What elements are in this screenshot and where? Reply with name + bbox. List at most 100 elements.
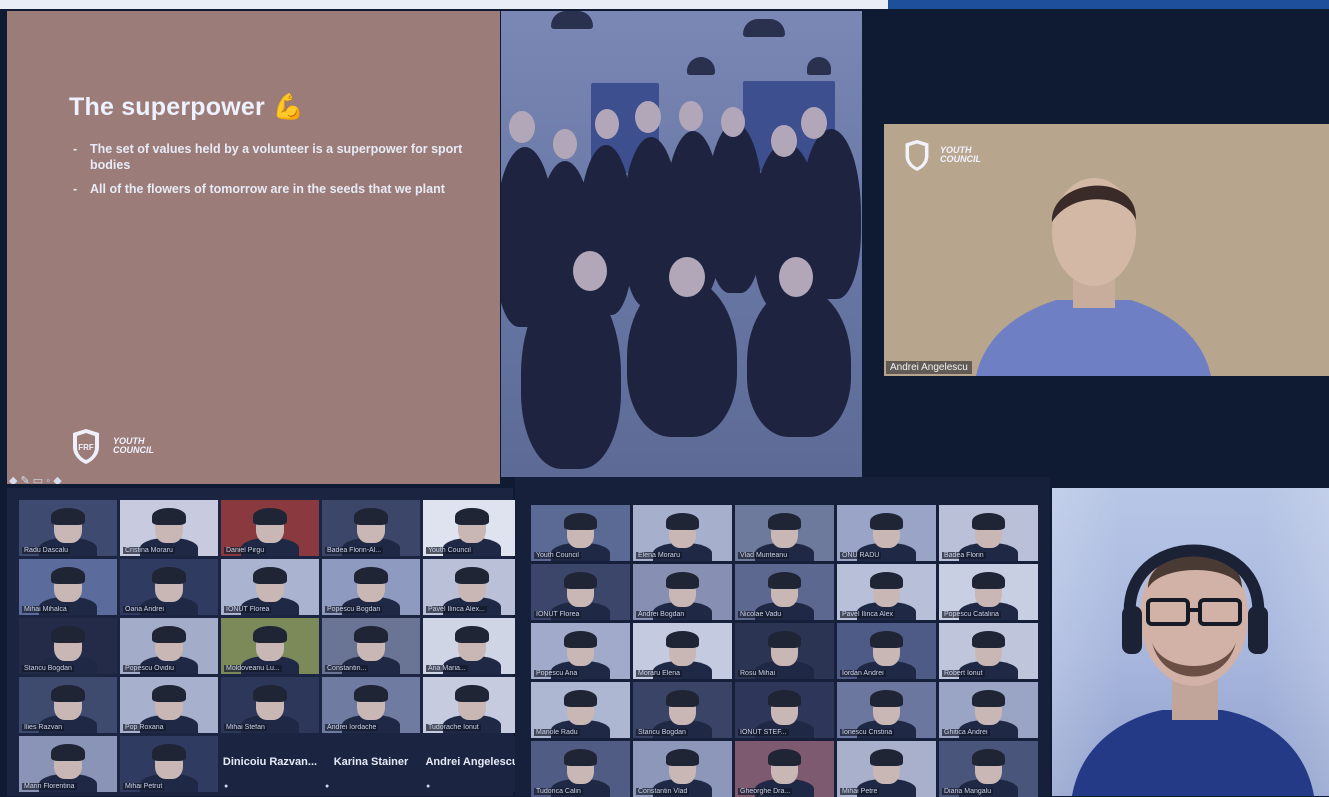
- frf-shield-icon: [905, 140, 929, 171]
- participant-hair: [354, 507, 388, 525]
- participant-tile[interactable]: Manole Radu: [531, 682, 630, 738]
- participant-tile[interactable]: Robert Ionut: [939, 623, 1038, 679]
- participant-tile[interactable]: Youth Council: [531, 505, 630, 561]
- participant-tile[interactable]: Constantin...: [322, 618, 420, 674]
- participant-tile[interactable]: IONUT Florea: [531, 564, 630, 620]
- participant-tile[interactable]: Youth Council: [423, 500, 521, 556]
- slide-bullet: The set of values held by a volunteer is…: [73, 141, 483, 173]
- participant-hair: [253, 507, 287, 525]
- top-band-accent: [888, 0, 1329, 9]
- participant-tile[interactable]: Oana Andrei: [120, 559, 218, 615]
- participant-hair: [563, 512, 598, 530]
- participant-tile[interactable]: Cristina Moraru: [120, 500, 218, 556]
- participant-hair: [665, 571, 700, 589]
- participant-tile[interactable]: Elena Moraru: [633, 505, 732, 561]
- participant-tile[interactable]: ONU RADU: [837, 505, 936, 561]
- participant-hair: [971, 512, 1006, 530]
- participant-tile[interactable]: Popescu Bogdan: [322, 559, 420, 615]
- participant-hair: [665, 630, 700, 648]
- participant-tile[interactable]: Popescu Catalina: [939, 564, 1038, 620]
- participant-tile[interactable]: Pavel Ilinca Alex...: [423, 559, 521, 615]
- participant-tile[interactable]: Ionescu Cristina: [837, 682, 936, 738]
- participant-tile[interactable]: Vlad Munteanu: [735, 505, 834, 561]
- participant-tile[interactable]: Ghitica Andrei: [939, 682, 1038, 738]
- participant-name-tag: Andrei Iordache: [325, 724, 379, 731]
- participant-tile[interactable]: Badea Florin: [939, 505, 1038, 561]
- participant-tile[interactable]: Iordan Andrei: [837, 623, 936, 679]
- participant-name-tag: Ilies Razvan: [22, 724, 65, 731]
- person-head: [595, 109, 619, 139]
- participant-name-only-tile[interactable]: Karina Stainer ●: [322, 736, 420, 792]
- participant-tile[interactable]: Tudorache Ionut: [423, 677, 521, 733]
- participant-hair: [665, 748, 700, 766]
- participant-tile[interactable]: Mihai Stefan: [221, 677, 319, 733]
- participant-name-tag: Iordan Andrei: [840, 670, 886, 677]
- participant-tile[interactable]: Diana Mangalu: [939, 741, 1038, 797]
- participant-name-tag: Cristina Moraru: [123, 547, 175, 554]
- participant-name-tag: Constantin...: [325, 665, 369, 672]
- participant-hair: [971, 630, 1006, 648]
- participant-tile[interactable]: Moraru Elena: [633, 623, 732, 679]
- participant-name-only-tile[interactable]: Dinicoiu Razvan... ●: [221, 736, 319, 792]
- participant-name-only-tile[interactable]: Andrei Angelescu ●: [423, 736, 521, 792]
- participant-tile[interactable]: IONUT STEF...: [735, 682, 834, 738]
- participant-tile[interactable]: Moldoveanu Lu...: [221, 618, 319, 674]
- slide-title-text: The superpower: [69, 93, 265, 121]
- participant-tile[interactable]: Gheorghe Dra...: [735, 741, 834, 797]
- slide-bullet-list: The set of values held by a volunteer is…: [73, 141, 483, 205]
- participant-name-tag: Vlad Munteanu: [738, 552, 790, 559]
- ceiling-lamp: [743, 19, 785, 37]
- participant-hair: [767, 630, 802, 648]
- participant-tile[interactable]: Radu Dascalu: [19, 500, 117, 556]
- participant-tile[interactable]: Pop Roxana: [120, 677, 218, 733]
- participant-tile[interactable]: Mihai Mihalca: [19, 559, 117, 615]
- slide-title: The superpower 💪: [69, 93, 304, 122]
- participant-tile[interactable]: Mihai Petrut: [120, 736, 218, 792]
- participant-tile[interactable]: Ana Maria...: [423, 618, 521, 674]
- participant-hair: [767, 512, 802, 530]
- participant-tile[interactable]: Ilies Razvan: [19, 677, 117, 733]
- participant-hair: [869, 689, 904, 707]
- participant-tile[interactable]: Constantin Vlad: [633, 741, 732, 797]
- participant-tile[interactable]: Pavel Ilinca Alex: [837, 564, 936, 620]
- participant-tile[interactable]: Stancu Bogdan: [19, 618, 117, 674]
- participant-tile[interactable]: Popescu Ovidiu: [120, 618, 218, 674]
- participant-hair: [767, 748, 802, 766]
- participant-name-tag: Stancu Bogdan: [636, 729, 688, 736]
- participant-hair: [869, 748, 904, 766]
- participant-tile[interactable]: Stancu Bogdan: [633, 682, 732, 738]
- participant-tile[interactable]: Tudorica Calin: [531, 741, 630, 797]
- participant-name-tag: IONUT Florea: [534, 611, 582, 618]
- participant-hair: [51, 743, 85, 761]
- active-speaker-video[interactable]: YOUTH COUNCIL Andrei Angelescu: [884, 124, 1329, 376]
- participant-name-tag: Marin Florentina: [22, 783, 77, 790]
- participant-name-tag: Ana Maria...: [426, 665, 468, 672]
- participant-name: Andrei Angelescu: [425, 756, 519, 768]
- participant-hair: [51, 507, 85, 525]
- participant-hair: [51, 625, 85, 643]
- participant-tile[interactable]: Badea Florin-Al...: [322, 500, 420, 556]
- mic-muted-icon: ●: [426, 783, 431, 790]
- participant-tile[interactable]: Popescu Ana: [531, 623, 630, 679]
- participant-tile[interactable]: IONUT Florea: [221, 559, 319, 615]
- annotation-toolbar[interactable]: ◆ ✎ ▭ ◦ ◆: [9, 474, 62, 484]
- participant-hair: [253, 684, 287, 702]
- participant-name-tag: Youth Council: [426, 547, 473, 554]
- ceiling-lamp: [687, 57, 715, 75]
- participant-tile[interactable]: Rosu Mihai: [735, 623, 834, 679]
- participant-tile[interactable]: Daniel Pirgu: [221, 500, 319, 556]
- participant-tile[interactable]: Marin Florentina: [19, 736, 117, 792]
- participant-hair: [563, 571, 598, 589]
- flexed-biceps-icon: 💪: [272, 93, 305, 121]
- participant-tile[interactable]: Andrei Bogdan: [633, 564, 732, 620]
- participant-name-tag: Mihai Stefan: [224, 724, 267, 731]
- participant-tile[interactable]: Nicolae Vadu: [735, 564, 834, 620]
- participant-tile[interactable]: Andrei Iordache: [322, 677, 420, 733]
- participant-hair: [354, 566, 388, 584]
- participant-name-tag: Manole Radu: [534, 729, 580, 736]
- participant-name-tag: Badea Florin-Al...: [325, 547, 384, 554]
- participant-video-headset[interactable]: [1052, 488, 1329, 796]
- participant-name-tag: Tudorica Calin: [534, 788, 583, 795]
- participant-hair: [354, 684, 388, 702]
- participant-tile[interactable]: Mihai Petre: [837, 741, 936, 797]
